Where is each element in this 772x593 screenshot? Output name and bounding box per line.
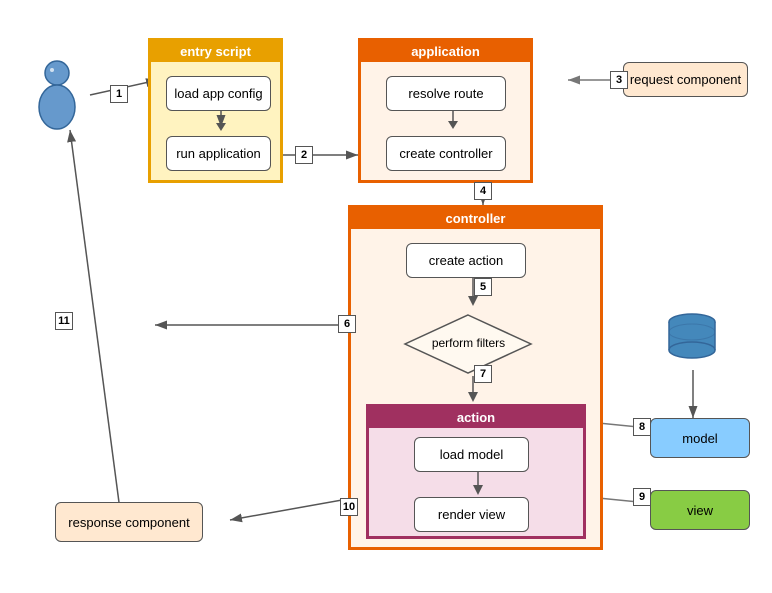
application-title: application [361, 41, 530, 62]
request-component-box: request component [623, 62, 748, 97]
resolve-route-box: resolve route [386, 76, 506, 111]
arrow-label-4: 4 [474, 182, 492, 200]
arrow-label-7: 7 [474, 365, 492, 383]
arrow-label-11: 11 [55, 312, 73, 330]
action-section: action load model render view [366, 404, 586, 539]
create-action-box: create action [406, 243, 526, 278]
load-app-config-box: load app config [166, 76, 271, 111]
arrow-label-3: 3 [610, 71, 628, 89]
arrow-label-8: 8 [633, 418, 651, 436]
arrow-label-9: 9 [633, 488, 651, 506]
diagram: entry script load app config run applica… [0, 0, 772, 593]
entry-script-section: entry script load app config run applica… [148, 38, 283, 183]
database-icon [665, 310, 720, 365]
application-section: application resolve route create control… [358, 38, 533, 183]
arrow-label-6: 6 [338, 315, 356, 333]
entry-script-title: entry script [151, 41, 280, 62]
arrow-label-1: 1 [110, 85, 128, 103]
run-application-box: run application [166, 136, 271, 171]
perform-filters-text: perform filters [432, 336, 505, 350]
arrow-label-5: 5 [474, 278, 492, 296]
response-component-box: response component [55, 502, 203, 542]
arrow-label-2: 2 [295, 146, 313, 164]
render-view-box: render view [414, 497, 529, 532]
model-box: model [650, 418, 750, 458]
load-model-box: load model [414, 437, 529, 472]
controller-title: controller [351, 208, 600, 229]
create-controller-box: create controller [386, 136, 506, 171]
arrow-label-10: 10 [340, 498, 358, 516]
view-box: view [650, 490, 750, 530]
action-title: action [369, 407, 583, 428]
user-icon [30, 55, 85, 135]
